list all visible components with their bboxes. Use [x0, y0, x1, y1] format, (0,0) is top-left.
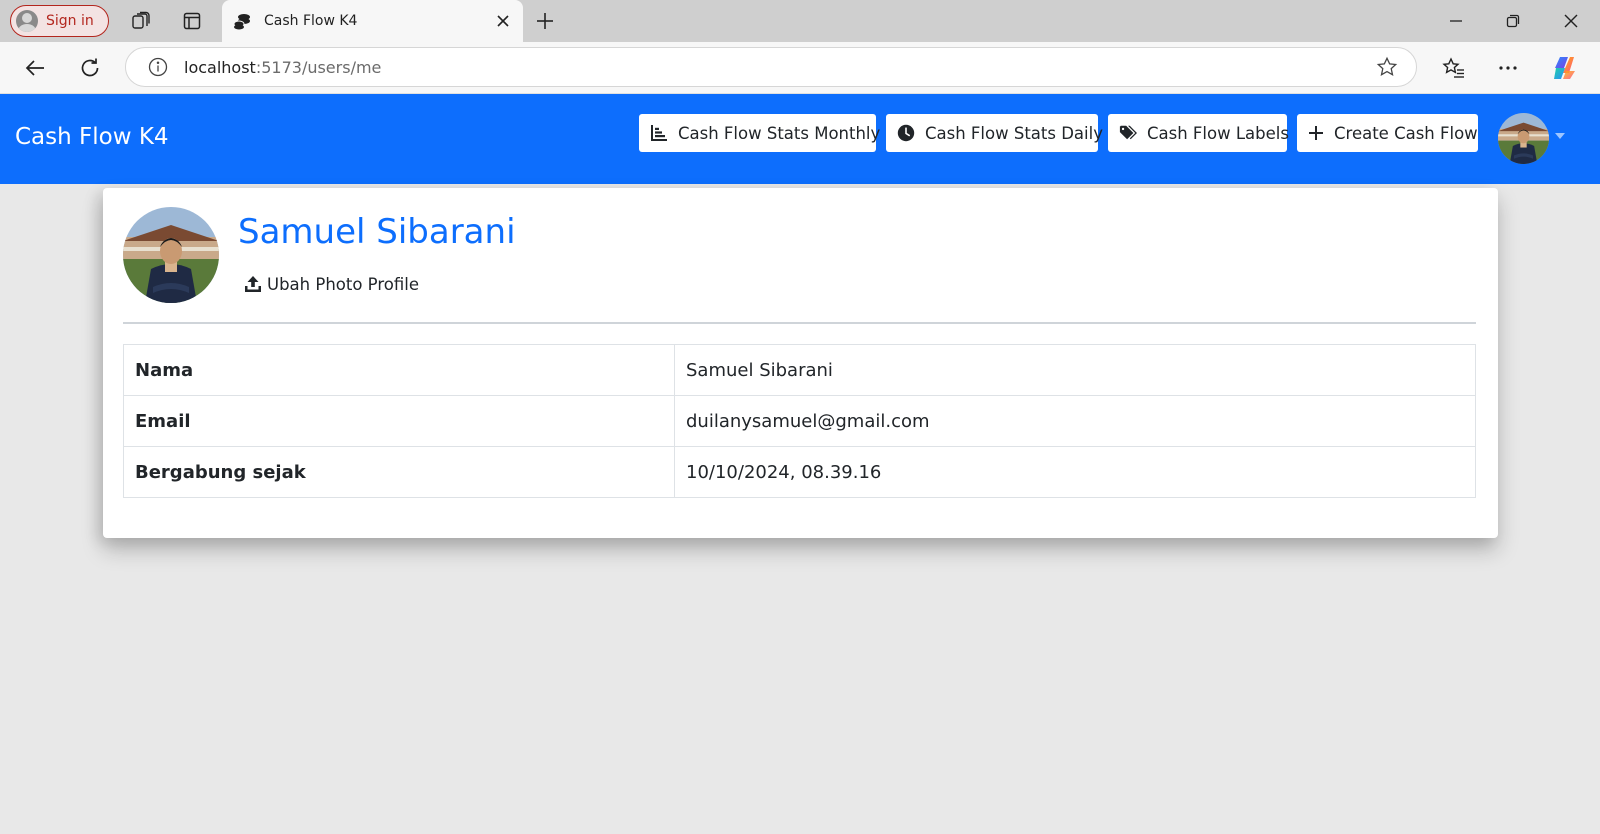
field-key-nama: Nama: [123, 344, 675, 396]
plus-icon: [1308, 124, 1324, 142]
tab-cash-flow[interactable]: Cash Flow K4: [222, 0, 523, 42]
bar-chart-icon: [650, 124, 668, 142]
cash-flow-stats-daily-label: Cash Flow Stats Daily: [925, 123, 1103, 143]
upload-icon: [243, 274, 263, 294]
browser-toolbar: localhost:5173/users/me: [0, 42, 1600, 94]
url-text: localhost:5173/users/me: [184, 58, 1372, 77]
create-cash-flow-button[interactable]: Create Cash Flow: [1297, 114, 1478, 152]
minimize-icon[interactable]: [1433, 4, 1479, 38]
address-bar[interactable]: localhost:5173/users/me: [125, 47, 1417, 87]
section-divider: [123, 322, 1476, 324]
more-options-icon[interactable]: [1491, 51, 1525, 85]
back-icon[interactable]: [18, 51, 52, 85]
field-key-joined: Bergabung sejak: [123, 446, 675, 498]
tab-title: Cash Flow K4: [264, 13, 358, 29]
clock-icon: [897, 124, 915, 142]
profile-card: Samuel Sibarani Ubah Photo Profile Nama …: [103, 188, 1498, 538]
cash-flow-stats-monthly-button[interactable]: Cash Flow Stats Monthly: [639, 114, 880, 152]
profile-photo: [123, 207, 219, 303]
cash-flow-labels-button[interactable]: Cash Flow Labels: [1108, 114, 1289, 152]
close-tab-icon[interactable]: [489, 7, 517, 35]
field-value-nama: Samuel Sibarani: [674, 344, 1476, 396]
table-row: Nama Samuel Sibarani: [123, 344, 1476, 396]
profile-icon: [16, 10, 38, 32]
field-value-joined: 10/10/2024, 08.39.16: [674, 446, 1476, 498]
sign-in-label: Sign in: [46, 13, 94, 29]
reload-icon[interactable]: [73, 51, 107, 85]
sign-in-button[interactable]: Sign in: [10, 5, 109, 37]
table-row: Bergabung sejak 10/10/2024, 08.39.16: [123, 446, 1476, 498]
close-window-icon[interactable]: [1548, 4, 1594, 38]
collections-icon[interactable]: [124, 4, 158, 38]
user-menu-chevron-down-icon[interactable]: [1555, 133, 1565, 139]
user-avatar[interactable]: [1498, 113, 1549, 164]
field-key-email: Email: [123, 395, 675, 447]
app-brand[interactable]: Cash Flow K4: [15, 124, 169, 150]
tab-actions-icon[interactable]: [175, 4, 209, 38]
tags-icon: [1119, 124, 1137, 142]
profile-info-table: Nama Samuel Sibarani Email duilanysamuel…: [123, 344, 1476, 498]
favorite-star-icon[interactable]: [1372, 52, 1402, 82]
cash-flow-stats-monthly-label: Cash Flow Stats Monthly: [678, 123, 881, 143]
new-tab-icon[interactable]: [528, 4, 562, 38]
change-photo-label: Ubah Photo Profile: [267, 274, 419, 294]
url-host: localhost: [184, 57, 256, 77]
create-cash-flow-label: Create Cash Flow: [1334, 123, 1478, 143]
field-value-email: duilanysamuel@gmail.com: [674, 395, 1476, 447]
copilot-icon[interactable]: [1548, 51, 1582, 85]
table-row: Email duilanysamuel@gmail.com: [123, 395, 1476, 447]
cash-flow-stats-daily-button[interactable]: Cash Flow Stats Daily: [886, 114, 1103, 152]
browser-tab-strip: Sign in Cash Flow K4: [0, 0, 1600, 42]
url-path: :5173/users/me: [255, 57, 382, 77]
change-photo-button[interactable]: Ubah Photo Profile: [243, 268, 419, 300]
cash-flow-labels-label: Cash Flow Labels: [1147, 123, 1289, 143]
app-navbar: Cash Flow K4 Cash Flow Stats Monthly Cas…: [0, 94, 1600, 184]
coins-icon: [232, 11, 252, 31]
site-info-icon[interactable]: [146, 55, 170, 79]
favorites-icon[interactable]: [1437, 51, 1471, 85]
restore-icon[interactable]: [1490, 4, 1536, 38]
profile-name: Samuel Sibarani: [238, 212, 516, 252]
